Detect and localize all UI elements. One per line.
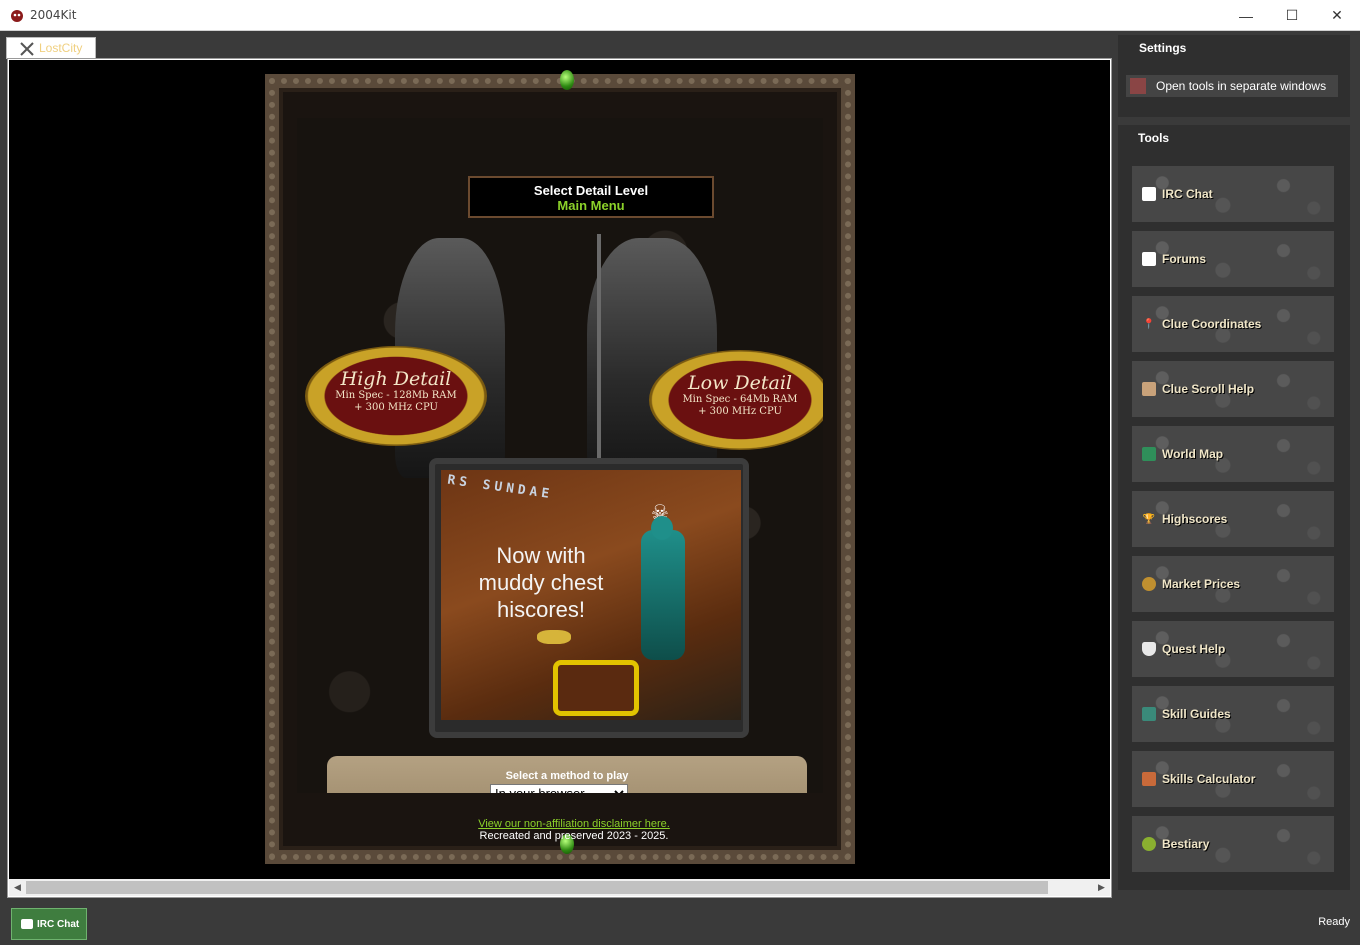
promo-banner: RS SUNDAE ☠ Now with muddy chest hiscore… — [429, 458, 749, 738]
game-inner-panel: Select Detail Level Main Menu High Detai… — [297, 118, 823, 793]
tool-label: Quest Help — [1162, 642, 1226, 656]
tool-label: Skill Guides — [1162, 707, 1231, 721]
taskbar-irc-chat-button[interactable]: IRC Chat — [11, 908, 87, 940]
chat-icon — [1142, 187, 1156, 201]
horizontal-scrollbar[interactable]: ◀ ▶ — [9, 879, 1110, 896]
tool-irc-chat[interactable]: IRC Chat — [1132, 166, 1334, 222]
tool-market-prices[interactable]: Market Prices — [1132, 556, 1334, 612]
play-method-scroll: Select a method to play In your browser — [327, 756, 807, 793]
tool-quest-help[interactable]: Quest Help — [1132, 621, 1334, 677]
promo-scene: RS SUNDAE ☠ Now with muddy chest hiscore… — [441, 470, 741, 720]
low-detail-title: Low Detail — [688, 372, 792, 394]
close-button[interactable]: ✕ — [1314, 0, 1360, 31]
tool-forums[interactable]: Forums — [1132, 231, 1334, 287]
tool-label: Bestiary — [1162, 837, 1210, 851]
tool-label: IRC Chat — [1162, 187, 1213, 201]
tool-bestiary[interactable]: Bestiary — [1132, 816, 1334, 872]
tool-label: Highscores — [1162, 512, 1228, 526]
minimize-button[interactable]: — — [1223, 0, 1269, 31]
chat-icon — [1142, 252, 1156, 266]
high-detail-button[interactable]: High Detail Min Spec - 128Mb RAM + 300 M… — [305, 346, 487, 446]
app-icon — [11, 10, 23, 22]
tool-label: Forums — [1162, 252, 1207, 266]
pin-icon: 📍 — [1142, 318, 1156, 330]
book-icon — [1142, 707, 1156, 721]
game-footer: View our non-affiliation disclaimer here… — [279, 818, 869, 842]
tool-world-map[interactable]: World Map — [1132, 426, 1334, 482]
moneybag-icon — [1142, 577, 1156, 591]
tool-label: Market Prices — [1162, 577, 1241, 591]
checkbox-icon[interactable] — [1130, 78, 1146, 94]
low-detail-spec2: + 300 MHz CPU — [698, 406, 782, 417]
tab-lostcity[interactable]: LostCity — [6, 37, 96, 59]
crossed-swords-icon — [20, 42, 34, 56]
title-bar: 2004Kit — ☐ ✕ — [0, 0, 1360, 31]
disclaimer-link[interactable]: View our non-affiliation disclaimer here… — [279, 818, 869, 830]
treasure-chest-icon — [553, 660, 639, 716]
game-viewport: Select Detail Level Main Menu High Detai… — [9, 60, 1110, 879]
tool-label: Skills Calculator — [1162, 772, 1256, 786]
promo-headline: Now with muddy chest hiscores! — [478, 543, 604, 622]
taskbar-irc-label: IRC Chat — [37, 918, 80, 930]
chat-icon — [21, 919, 33, 929]
low-detail-button[interactable]: Low Detail Min Spec - 64Mb RAM + 300 MHz… — [649, 350, 823, 450]
high-detail-title: High Detail — [340, 368, 452, 390]
method-label: Select a method to play — [505, 770, 629, 782]
gem-top-icon — [560, 70, 574, 90]
browser-view: Select Detail Level Main Menu High Detai… — [7, 58, 1112, 898]
creature-icon — [1142, 837, 1156, 851]
tab-label: LostCity — [39, 41, 83, 55]
trophy-icon: 🏆 — [1142, 513, 1156, 525]
tool-clue-coordinates[interactable]: 📍 Clue Coordinates — [1132, 296, 1334, 352]
high-detail-spec1: Min Spec - 128Mb RAM — [335, 390, 457, 401]
tool-clue-scroll-help[interactable]: Clue Scroll Help — [1132, 361, 1334, 417]
detail-level-header: Select Detail Level Main Menu — [468, 176, 714, 218]
game-frame: Select Detail Level Main Menu High Detai… — [265, 70, 855, 864]
tool-highscores[interactable]: 🏆 Highscores — [1132, 491, 1334, 547]
tool-label: World Map — [1162, 447, 1224, 461]
tool-label: Clue Coordinates — [1162, 317, 1262, 331]
maximize-button[interactable]: ☐ — [1269, 0, 1315, 31]
tool-skills-calculator[interactable]: Skills Calculator — [1132, 751, 1334, 807]
window-title: 2004Kit — [30, 8, 77, 22]
tool-skill-guides[interactable]: Skill Guides — [1132, 686, 1334, 742]
scroll-icon — [1142, 382, 1156, 396]
map-icon — [1142, 447, 1156, 461]
tools-title: Tools — [1138, 131, 1170, 145]
high-detail-spec2: + 300 MHz CPU — [354, 402, 438, 413]
scrollbar-thumb[interactable] — [26, 881, 1048, 894]
main-menu-label: Main Menu — [557, 198, 625, 213]
detail-title: Select Detail Level — [533, 183, 649, 198]
separate-windows-toggle[interactable]: Open tools in separate windows — [1126, 75, 1338, 97]
player-character-image — [641, 516, 685, 660]
low-detail-spec1: Min Spec - 64Mb RAM — [682, 394, 798, 405]
copyright-text: Recreated and preserved 2023 - 2025. — [479, 830, 669, 842]
tool-label: Clue Scroll Help — [1162, 382, 1255, 396]
cheese-icon — [537, 630, 571, 644]
play-method-select[interactable]: In your browser — [490, 784, 628, 793]
shield-icon — [1142, 642, 1156, 656]
status-text: Ready — [1318, 916, 1350, 928]
promo-logo: RS SUNDAE — [446, 472, 554, 503]
calculator-icon — [1142, 772, 1156, 786]
toggle-label: Open tools in separate windows — [1156, 79, 1327, 93]
scroll-left-icon[interactable]: ◀ — [9, 879, 26, 896]
settings-title: Settings — [1139, 41, 1187, 55]
scroll-right-icon[interactable]: ▶ — [1093, 879, 1110, 896]
